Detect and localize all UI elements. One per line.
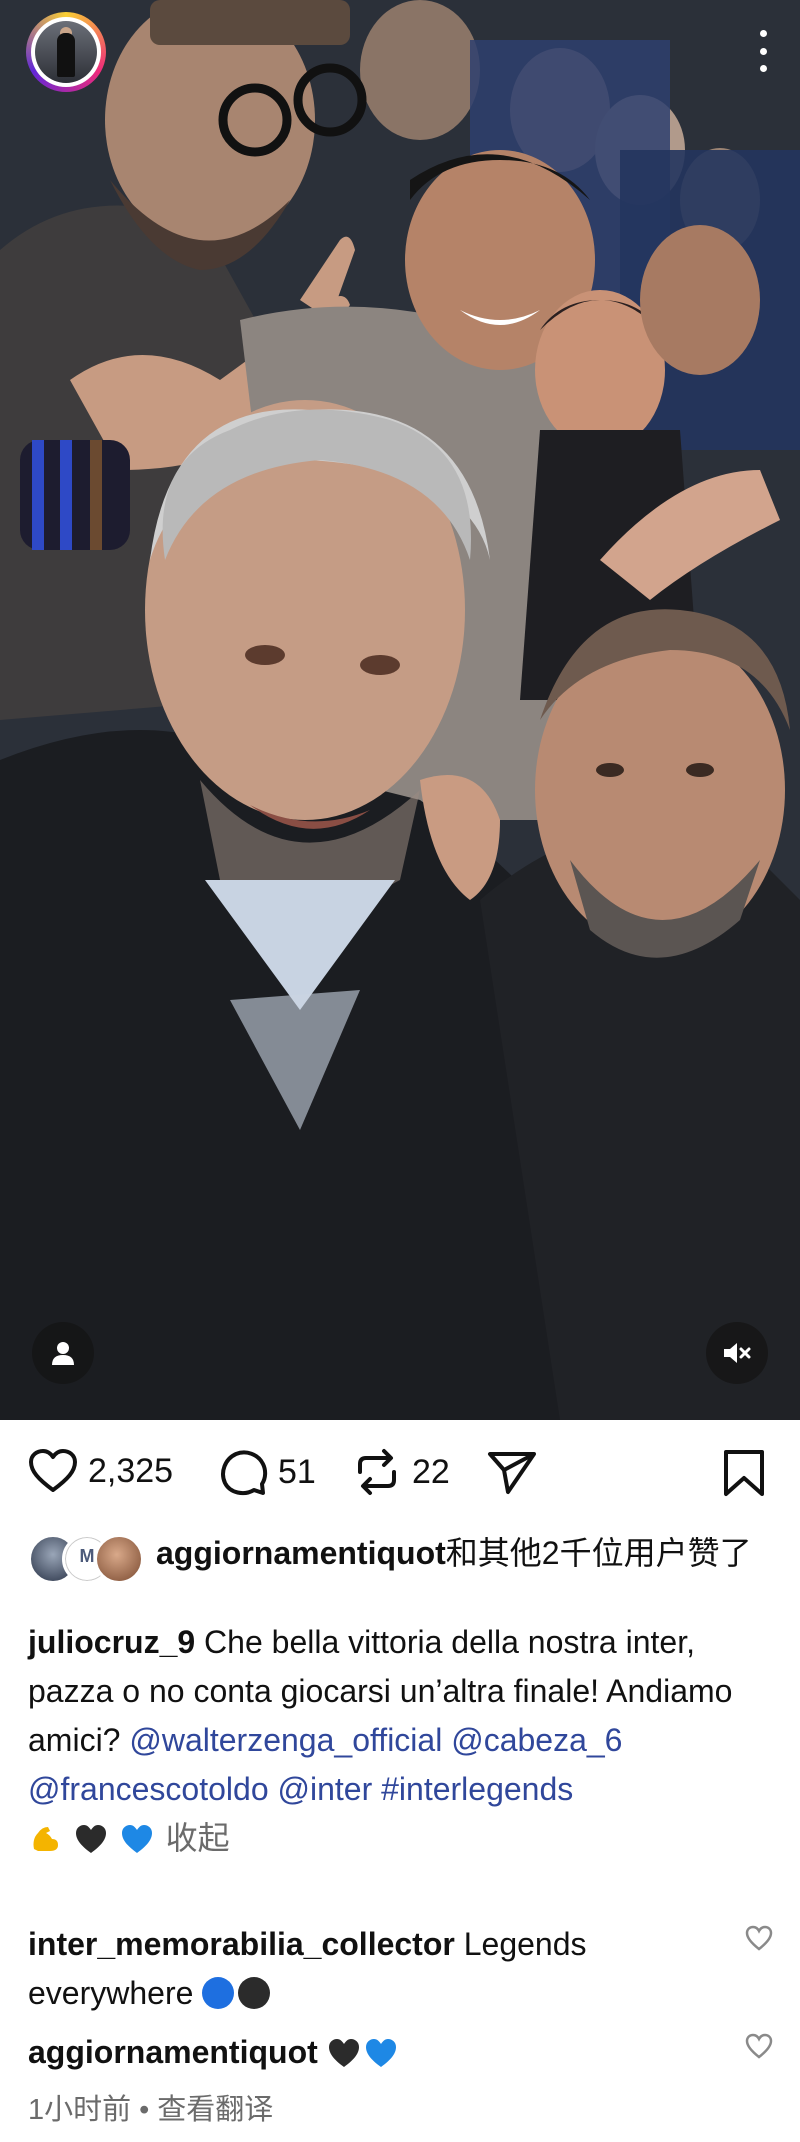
person-icon [52, 1342, 74, 1365]
likes-count[interactable]: 2,325 [88, 1452, 173, 1491]
mute-button[interactable] [706, 1322, 768, 1384]
more-options-button[interactable] [756, 30, 770, 72]
collapse-caption-link[interactable]: 收起 [166, 1820, 230, 1856]
avatar-figure-body [57, 33, 75, 77]
save-button[interactable] [722, 1448, 766, 1498]
story-avatar[interactable] [26, 12, 106, 92]
mention-link[interactable]: @francescotoldo [28, 1771, 269, 1807]
muted-speaker-icon [724, 1343, 751, 1363]
liked-by-text: aggiornamentiquot和其他2千位用户赞了 [156, 1530, 778, 1576]
black-circle-icon [238, 1977, 271, 2009]
caption-emojis [28, 1820, 166, 1856]
avatar-ring [31, 17, 101, 87]
black-heart-icon [75, 1825, 106, 1853]
comment-username[interactable]: aggiornamentiquot [28, 2034, 318, 2070]
paper-plane-icon [488, 1452, 536, 1494]
liker-avatar [94, 1534, 144, 1584]
repost-icon [358, 1449, 396, 1495]
mention-link[interactable]: @walterzenga_official [129, 1722, 442, 1758]
like-button[interactable]: 2,325 [28, 1448, 173, 1494]
repost-button[interactable]: 22 [352, 1448, 450, 1496]
tagged-people-button[interactable] [32, 1322, 94, 1384]
caption-username[interactable]: juliocruz_9 [28, 1624, 195, 1660]
mention-link[interactable]: @inter [278, 1771, 373, 1807]
blue-heart-icon [121, 1825, 152, 1853]
heart-icon [29, 1449, 77, 1492]
reposts-count[interactable]: 22 [412, 1453, 450, 1492]
comment-bubble-icon [221, 1450, 268, 1496]
liked-by-rest: 和其他2千位用户赞了 [445, 1535, 752, 1571]
selfie-illustration [0, 0, 800, 1420]
comments-count[interactable]: 51 [278, 1453, 316, 1492]
comment-button[interactable]: 51 [218, 1448, 316, 1496]
black-heart-icon [328, 2039, 359, 2067]
comment-username[interactable]: inter_memorabilia_collector [28, 1926, 455, 1962]
comment-item: aggiornamentiquot [28, 2028, 728, 2077]
blue-heart-icon [365, 2039, 396, 2067]
comment-like-heart-icon[interactable] [744, 1924, 774, 1952]
more-vertical-icon [759, 30, 767, 37]
post-timestamp: 1小时前 [28, 2094, 132, 2126]
see-translation-link[interactable]: 查看翻译 [157, 2094, 273, 2126]
comment-like-heart-icon[interactable] [744, 2032, 774, 2060]
liker-username[interactable]: aggiornamentiquot [156, 1535, 446, 1571]
post-actions-bar: 2,325 51 22 [0, 1420, 800, 1520]
post-meta: 1小时前 • 查看翻译 [28, 2094, 274, 2126]
post-photo[interactable] [0, 0, 800, 1420]
liker-avatars: M [28, 1534, 144, 1584]
blue-circle-icon [202, 1977, 235, 2009]
post-caption: juliocruz_9 Che bella vittoria della nos… [28, 1618, 778, 1863]
share-button[interactable] [486, 1448, 538, 1496]
comment-item: inter_memorabilia_collector Legends ever… [28, 1920, 728, 2018]
avatar-image [35, 21, 97, 83]
mention-link[interactable]: @cabeza_6 [451, 1722, 622, 1758]
bookmark-icon [724, 1450, 764, 1496]
hashtag-link[interactable]: #interlegends [381, 1771, 573, 1807]
flexed-biceps-icon [33, 1827, 58, 1851]
